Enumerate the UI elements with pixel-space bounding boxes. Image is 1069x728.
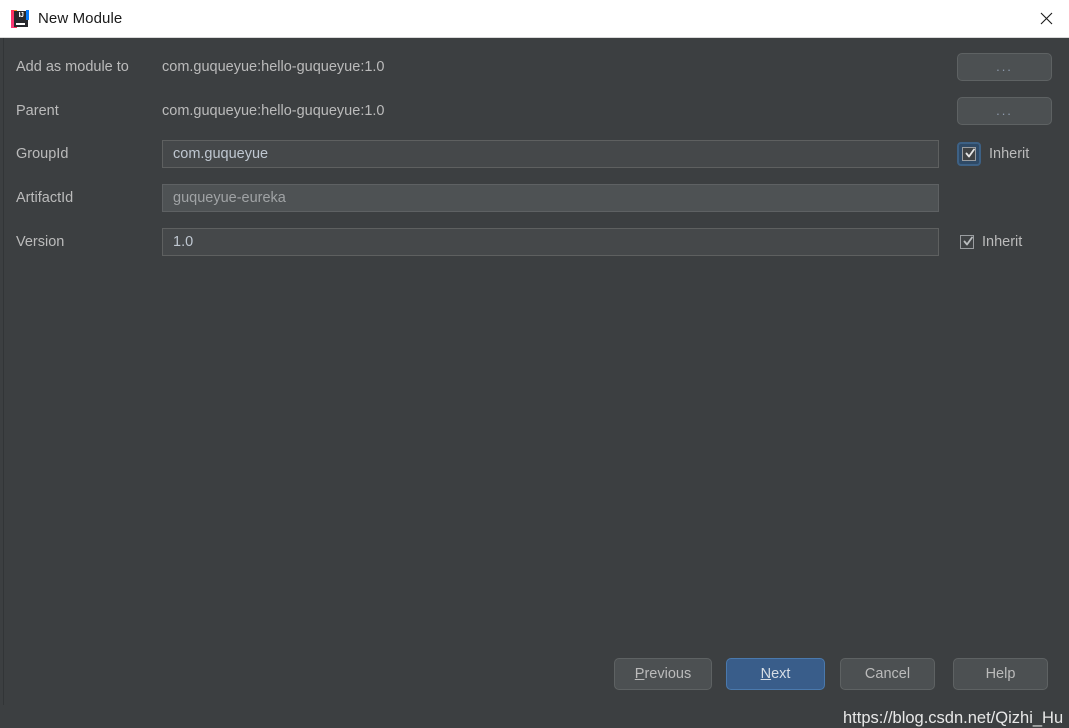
parent-value: com.guqueyue:hello-guqueyue:1.0 — [162, 103, 385, 119]
checkbox-box — [962, 147, 976, 161]
group-id-inherit-checkbox[interactable]: Inherit — [957, 140, 1029, 168]
row-version: Version Inherit — [0, 227, 1069, 257]
previous-button-label: revious — [644, 666, 692, 682]
add-as-module-to-browse-button[interactable]: ... — [957, 53, 1052, 81]
version-inherit-checkbox[interactable]: Inherit — [960, 228, 1022, 256]
previous-button-mnemonic: P — [634, 666, 645, 682]
version-label: Version — [16, 234, 65, 250]
add-as-module-to-value: com.guqueyue:hello-guqueyue:1.0 — [162, 59, 385, 75]
next-button[interactable]: Next — [726, 658, 825, 690]
group-id-label: GroupId — [16, 146, 69, 162]
check-icon — [965, 148, 975, 158]
version-inherit-label: Inherit — [982, 234, 1023, 250]
dialog-content: Add as module to com.guqueyue:hello-guqu… — [0, 38, 1069, 727]
row-group-id: GroupId Inherit — [0, 139, 1069, 169]
previous-button[interactable]: Previous — [614, 658, 712, 690]
window-titlebar: IJ New Module — [0, 0, 1069, 38]
checkbox-box — [960, 235, 974, 249]
artifact-id-label: ArtifactId — [16, 190, 74, 206]
window-title: New Module — [38, 10, 123, 27]
close-button[interactable] — [1023, 0, 1069, 37]
intellij-idea-icon: IJ — [11, 9, 29, 28]
close-icon — [1040, 12, 1052, 25]
intellij-icon-text: IJ — [18, 11, 24, 19]
parent-label: Parent — [16, 103, 59, 119]
cancel-button[interactable]: Cancel — [840, 658, 935, 690]
parent-browse-button[interactable]: ... — [957, 97, 1052, 125]
group-id-inherit-focus-ring — [957, 142, 981, 166]
next-button-mnemonic: N — [760, 666, 772, 682]
help-button[interactable]: Help — [953, 658, 1048, 690]
version-input[interactable] — [162, 228, 939, 256]
artifact-id-input[interactable] — [162, 184, 939, 212]
check-icon — [963, 236, 973, 246]
add-as-module-to-label: Add as module to — [16, 59, 129, 75]
watermark-text: https://blog.csdn.net/Qizhi_Hu — [843, 709, 1064, 727]
row-add-as-module-to: Add as module to com.guqueyue:hello-guqu… — [0, 52, 1069, 82]
row-parent: Parent com.guqueyue:hello-guqueyue:1.0 .… — [0, 96, 1069, 126]
dialog-button-bar: Previous Next Cancel Help — [0, 658, 1069, 705]
group-id-input[interactable] — [162, 140, 939, 168]
row-artifact-id: ArtifactId — [0, 183, 1069, 213]
next-button-label: ext — [771, 666, 791, 682]
group-id-inherit-label: Inherit — [989, 146, 1030, 162]
